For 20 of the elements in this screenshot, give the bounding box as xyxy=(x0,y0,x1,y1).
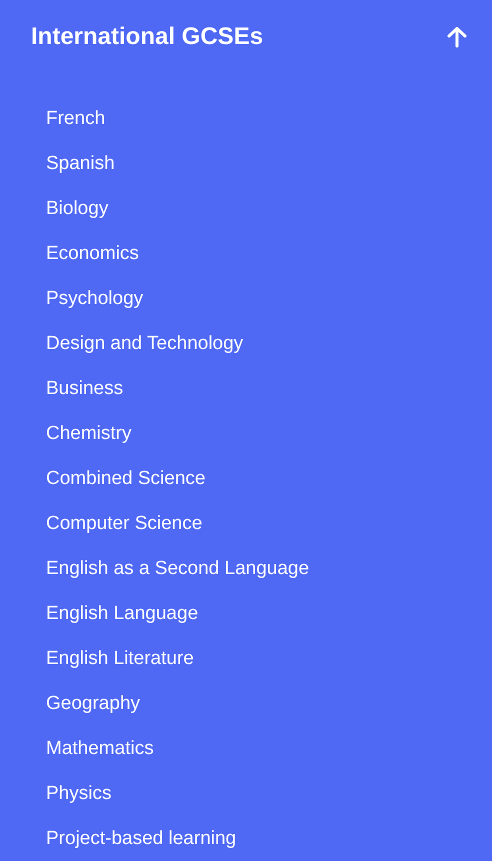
subject-link[interactable]: Computer Science xyxy=(46,501,202,546)
subject-link[interactable]: Mathematics xyxy=(46,726,154,771)
subject-link[interactable]: Psychology xyxy=(46,276,144,321)
subject-link[interactable]: Chemistry xyxy=(46,411,132,456)
subject-link[interactable]: English Literature xyxy=(46,636,194,681)
subject-link[interactable]: Geography xyxy=(46,681,140,726)
subject-link[interactable]: Project-based learning xyxy=(46,816,236,861)
subject-link[interactable]: Spanish xyxy=(46,141,115,186)
subject-link[interactable]: English as a Second Language xyxy=(46,546,310,591)
arrow-up-icon xyxy=(446,26,468,48)
subject-link[interactable]: Business xyxy=(46,366,124,411)
subject-link[interactable]: Biology xyxy=(46,186,108,231)
section-title: International GCSEs xyxy=(31,23,264,51)
subject-link[interactable]: Physics xyxy=(46,771,112,816)
subject-link[interactable]: Economics xyxy=(46,231,139,276)
subject-link[interactable]: Design and Technology xyxy=(46,321,244,366)
collapse-button[interactable] xyxy=(446,26,468,48)
subject-link[interactable]: French xyxy=(46,96,106,141)
subject-link[interactable]: Combined Science xyxy=(46,456,206,501)
subject-link[interactable]: English Language xyxy=(46,591,198,636)
